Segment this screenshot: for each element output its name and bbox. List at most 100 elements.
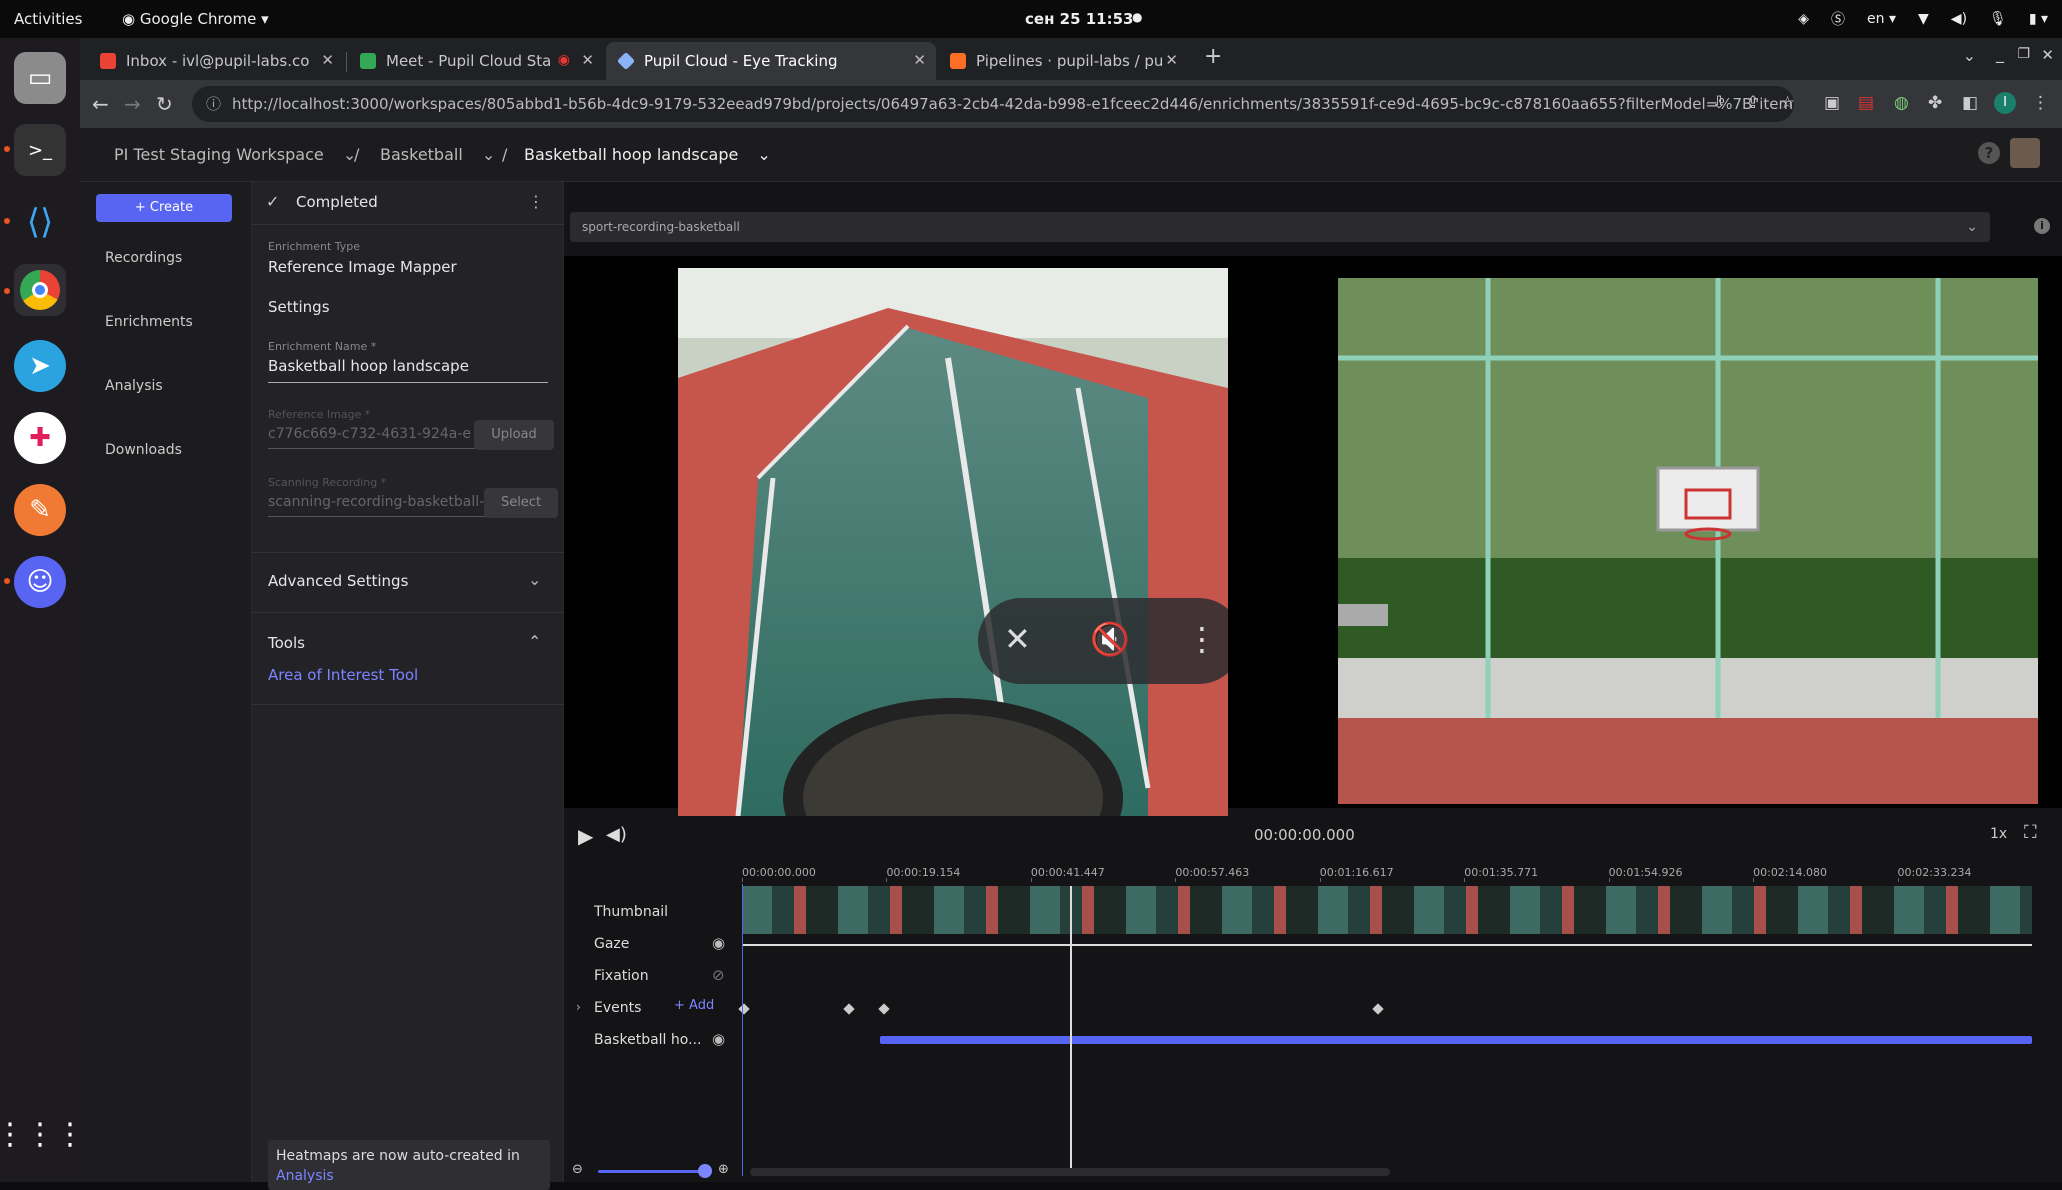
ruler-tick (1175, 878, 1177, 882)
discord-tray-icon[interactable]: ◈ (1798, 11, 1809, 27)
aoi-tool-link[interactable]: Area of Interest Tool (268, 666, 418, 684)
extension-icon[interactable]: ◍ (1894, 93, 1909, 113)
eye-icon[interactable]: ◉ (712, 934, 725, 952)
more-options-icon[interactable]: ⋮ (528, 192, 544, 211)
event-marker[interactable] (843, 1003, 855, 1015)
mute-icon[interactable]: 🔇 (1090, 620, 1130, 658)
project-selector[interactable]: Basketball ⌄ (380, 145, 495, 164)
play-icon[interactable]: ▶ (578, 824, 593, 848)
window-close-icon[interactable]: ✕ (2041, 46, 2054, 64)
enrichment-name-field[interactable]: Basketball hoop landscape (268, 357, 469, 375)
close-icon[interactable]: ✕ (913, 51, 926, 69)
pin-off-icon[interactable]: ✕ (1004, 620, 1031, 658)
chevron-right-icon[interactable]: › (576, 1000, 581, 1014)
menu-icon[interactable]: ⋮ (2032, 93, 2049, 113)
fullscreen-icon[interactable]: ⛶ (2024, 822, 2037, 843)
sidebar-item-analysis[interactable]: Analysis (105, 378, 163, 394)
forward-icon[interactable]: → (124, 92, 141, 116)
event-marker[interactable] (1372, 1003, 1384, 1015)
wifi-icon[interactable]: ▼ (1918, 11, 1929, 27)
upload-button[interactable]: Upload (474, 420, 554, 450)
create-button[interactable]: + Create (96, 194, 232, 222)
sidebar-item-enrichments[interactable]: Enrichments (105, 314, 193, 330)
tab-meet[interactable]: Meet - Pupil Cloud Sta ◉ ✕ (348, 42, 604, 80)
tab-gmail[interactable]: Inbox - ivl@pupil-labs.co ✕ (88, 42, 344, 80)
enrichment-section-bar[interactable] (880, 1036, 2032, 1044)
sidebar-item-downloads[interactable]: Downloads (105, 442, 182, 458)
zoom-out-icon[interactable]: ⊖ (572, 1162, 583, 1177)
timeline-scrollbar[interactable] (750, 1168, 1390, 1176)
event-marker[interactable] (738, 1003, 750, 1015)
scene-video[interactable]: ✕ 🔇 ⋮ (678, 268, 1228, 816)
install-icon[interactable]: ⇩ (1712, 93, 1726, 113)
zoom-in-icon[interactable]: ⊕ (718, 1162, 729, 1177)
system-tray[interactable]: ◈ Ⓢ en ▾ ▼ ◀) 🎙 ▮ ▾ (1798, 9, 2048, 29)
eye-icon[interactable]: ◉ (712, 1030, 725, 1048)
eye-off-icon[interactable]: ⊘ (712, 966, 725, 984)
volume-icon[interactable]: ◀) (606, 824, 627, 845)
tab-gitlab[interactable]: Pipelines · pupil-labs / pu ✕ (938, 42, 1188, 80)
playhead[interactable] (1070, 886, 1072, 1176)
bookmark-star-icon[interactable]: ☆ (1780, 93, 1795, 113)
zoom-slider[interactable] (598, 1170, 706, 1173)
telegram-icon[interactable]: ➤ (14, 340, 66, 392)
advanced-settings-toggle[interactable]: Advanced Settings (268, 572, 408, 590)
more-vertical-icon[interactable]: ⋮ (1186, 620, 1218, 658)
help-icon[interactable]: ? (1978, 142, 2000, 164)
tab-search-icon[interactable]: ⌄ (1963, 46, 1976, 65)
language-indicator[interactable]: en ▾ (1867, 11, 1896, 27)
address-bar[interactable]: ⓘ http://localhost:3000/workspaces/805ab… (192, 86, 1794, 122)
minimize-icon[interactable]: _ (1996, 44, 2004, 63)
discord-icon[interactable]: ☺ (14, 556, 66, 608)
chrome-icon[interactable] (14, 264, 66, 316)
restore-icon[interactable]: ❐ (2017, 46, 2030, 62)
workspace-selector[interactable]: PI Test Staging Workspace ⌄ (114, 145, 356, 164)
profile-avatar[interactable]: I (1994, 92, 2016, 114)
avatar[interactable] (2010, 138, 2040, 168)
close-icon[interactable]: ✕ (1165, 51, 1178, 69)
app-grid-icon[interactable]: ⋮⋮⋮ (0, 1108, 85, 1160)
add-event-button[interactable]: + Add (674, 998, 714, 1013)
extensions-puzzle-icon[interactable]: ✤ (1928, 93, 1942, 113)
extension-icon[interactable]: ▣ (1824, 93, 1840, 113)
recording-selector[interactable]: sport-recording-basketball ⌄ (570, 212, 1990, 242)
slack-icon[interactable]: ✚ (14, 412, 66, 464)
back-icon[interactable]: ← (92, 92, 109, 116)
select-button[interactable]: Select (484, 488, 558, 518)
volume-icon[interactable]: ◀) (1951, 11, 1967, 27)
chevron-up-icon[interactable]: ⌃ (528, 632, 541, 651)
app-menu[interactable]: ◉ Google Chrome ▾ (122, 10, 269, 28)
clock[interactable]: сен 25 11:53 (1025, 10, 1134, 28)
activities-button[interactable]: Activities (14, 10, 82, 28)
zoom-slider-handle[interactable] (698, 1164, 712, 1178)
reference-image[interactable] (1338, 278, 2038, 804)
reload-icon[interactable]: ↻ (156, 92, 173, 116)
info-icon[interactable]: i (2034, 218, 2050, 234)
terminal-icon[interactable]: >_ (14, 124, 66, 176)
new-tab-button[interactable]: + (1204, 44, 1222, 69)
video-area: ✕ 🔇 ⋮ (564, 256, 2062, 816)
ruler-tick (1030, 878, 1032, 882)
tools-heading[interactable]: Tools (268, 634, 305, 652)
close-icon[interactable]: ✕ (321, 51, 334, 69)
mic-icon[interactable]: 🎙 (1989, 11, 2007, 27)
scene-video-frame (678, 268, 1228, 816)
close-icon[interactable]: ✕ (581, 51, 594, 69)
status-label: Completed (296, 193, 378, 211)
enrichment-selector[interactable]: Basketball hoop landscape ⌄ (524, 145, 771, 164)
sidebar-item-recordings[interactable]: Recordings (105, 250, 182, 266)
pen-app-icon[interactable]: ✎ (14, 484, 66, 536)
chevron-down-icon[interactable]: ⌄ (528, 570, 541, 589)
thumbnail-strip[interactable] (742, 886, 2032, 934)
files-icon[interactable]: ▭ (14, 52, 66, 104)
site-info-icon[interactable]: ⓘ (206, 86, 221, 122)
side-panel-icon[interactable]: ◧ (1962, 93, 1978, 113)
vscode-icon[interactable]: ⟨⟩ (14, 196, 66, 248)
share-icon[interactable]: ⇪ (1746, 93, 1760, 113)
skype-tray-icon[interactable]: Ⓢ (1831, 9, 1845, 29)
tab-pupil-cloud[interactable]: Pupil Cloud - Eye Tracking ✕ (606, 42, 936, 80)
event-marker[interactable] (878, 1003, 890, 1015)
battery-icon[interactable]: ▮ ▾ (2029, 11, 2048, 27)
playback-speed[interactable]: 1x (1990, 826, 2007, 842)
extension-icon[interactable]: ▤ (1858, 93, 1874, 113)
